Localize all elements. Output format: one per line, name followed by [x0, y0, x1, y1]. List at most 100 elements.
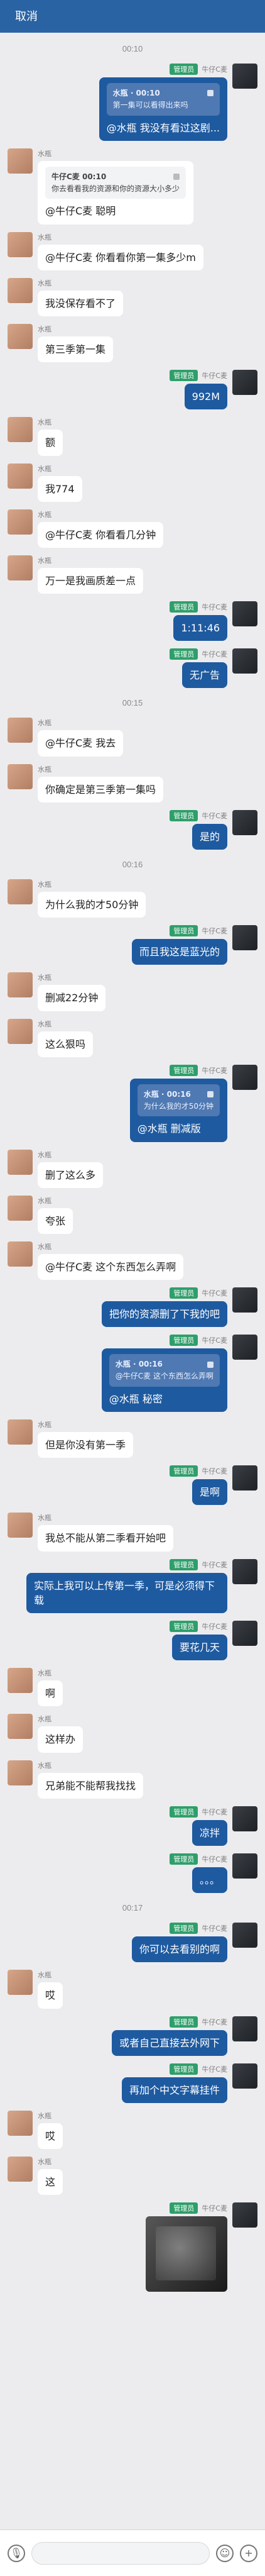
- avatar-me[interactable]: [232, 1853, 257, 1879]
- avatar-me[interactable]: [232, 1064, 257, 1090]
- quoted-message[interactable]: 水瓶 · 00:16 @牛仔C麦 这个东西怎么弄啊: [109, 1354, 220, 1387]
- avatar-me[interactable]: [232, 2016, 257, 2041]
- avatar-me[interactable]: [232, 1335, 257, 1360]
- sender-name: 水瓶: [38, 325, 51, 333]
- message-bubble[interactable]: 这么狠吗: [38, 1031, 94, 1057]
- message-bubble[interactable]: 万一是我画质差一点: [38, 567, 144, 594]
- avatar-other[interactable]: [8, 1241, 33, 1267]
- cancel-button[interactable]: 取消: [15, 8, 38, 25]
- message-bubble[interactable]: 哎: [38, 1982, 63, 2009]
- avatar-me[interactable]: [232, 648, 257, 674]
- message-bubble[interactable]: 为什么我的才50分钟: [38, 892, 146, 918]
- message-bubble[interactable]: 这样办: [38, 1726, 84, 1753]
- message-bubble[interactable]: 要花几天: [171, 1635, 227, 1661]
- message-bubble[interactable]: 1:11:46: [173, 615, 227, 641]
- avatar-me[interactable]: [232, 2063, 257, 2089]
- sender-name: 牛仔C麦: [202, 603, 227, 612]
- message-meta: 水瓶: [38, 464, 51, 474]
- avatar-me[interactable]: [232, 601, 257, 627]
- avatar-other[interactable]: [8, 1513, 33, 1538]
- message-bubble[interactable]: 把你的资源删了下我的吧: [101, 1301, 227, 1328]
- avatar-other[interactable]: [8, 879, 33, 904]
- message-input[interactable]: [31, 2541, 210, 2565]
- avatar-other[interactable]: [8, 323, 33, 349]
- message-bubble[interactable]: 兄弟能不能帮我找找: [38, 1772, 144, 1799]
- avatar-me[interactable]: [232, 1621, 257, 1646]
- avatar-other[interactable]: [8, 1970, 33, 1996]
- avatar-other[interactable]: [8, 509, 33, 535]
- message-bubble[interactable]: 删减22分钟: [38, 985, 106, 1011]
- message-meta: 水瓶: [38, 278, 51, 288]
- avatar-other[interactable]: [8, 277, 33, 303]
- message-bubble[interactable]: 我没保存看不了: [38, 290, 124, 316]
- avatar-other[interactable]: [8, 1668, 33, 1694]
- avatar-other[interactable]: [8, 555, 33, 580]
- quoted-message[interactable]: 水瓶 · 00:10 第一集可以看得出来吗: [106, 83, 220, 116]
- message-bubble[interactable]: 第三季第一集: [38, 336, 114, 363]
- message-bubble[interactable]: 水瓶 · 00:16 为什么我的才50分钟 @水瓶 删减版: [129, 1078, 227, 1142]
- message-bubble[interactable]: 是的: [192, 823, 227, 850]
- plus-button[interactable]: +: [240, 2544, 257, 2562]
- message-bubble[interactable]: 我总不能从第二季看开始吧: [38, 1525, 174, 1552]
- message-bubble[interactable]: 牛仔C麦 00:10 你去看看我的资源和你的资源大小多少 @牛仔C麦 聪明: [38, 160, 194, 225]
- message-bubble[interactable]: 是啊: [192, 1479, 227, 1506]
- avatar-me[interactable]: [232, 1923, 257, 1948]
- avatar-other[interactable]: [8, 718, 33, 743]
- avatar-other[interactable]: [8, 972, 33, 998]
- message-bubble[interactable]: 再加个中文字幕挂件: [121, 2077, 227, 2103]
- avatar-other[interactable]: [8, 231, 33, 257]
- avatar-other[interactable]: [8, 763, 33, 789]
- message-bubble[interactable]: 啊: [38, 1680, 63, 1707]
- image-message[interactable]: [146, 2216, 227, 2292]
- quoted-message[interactable]: 水瓶 · 00:16 为什么我的才50分钟: [137, 1084, 220, 1117]
- microphone-button[interactable]: 🎙: [8, 2544, 25, 2562]
- avatar-me[interactable]: [232, 1806, 257, 1831]
- avatar-other[interactable]: [8, 1714, 33, 1740]
- avatar-other[interactable]: [8, 463, 33, 489]
- message-bubble[interactable]: 水瓶 · 00:16 @牛仔C麦 这个东西怎么弄啊 @水瓶 秘密: [101, 1348, 227, 1413]
- message-bubble[interactable]: 而且我这是蓝光的: [131, 939, 227, 965]
- message-meta: 水瓶: [38, 1419, 51, 1430]
- message-row: 水瓶 删减22分钟: [0, 969, 265, 1014]
- message-bubble[interactable]: 但是你没有第一季: [38, 1432, 134, 1458]
- quoted-message[interactable]: 牛仔C麦 00:10 你去看看我的资源和你的资源大小多少: [45, 166, 187, 199]
- role-badge: 管理员: [170, 2016, 198, 2028]
- avatar-other[interactable]: [8, 1760, 33, 1785]
- message-bubble[interactable]: 这: [38, 2169, 63, 2196]
- avatar-me[interactable]: [232, 1287, 257, 1313]
- message-bubble[interactable]: 哎: [38, 2123, 63, 2150]
- avatar-me[interactable]: [232, 64, 257, 89]
- avatar-other[interactable]: [8, 417, 33, 443]
- message-bubble[interactable]: @牛仔C麦 你看看几分钟: [38, 521, 164, 548]
- message-bubble[interactable]: 夸张: [38, 1208, 73, 1234]
- avatar-other[interactable]: [8, 1195, 33, 1221]
- message-bubble[interactable]: 实际上我可以上传第一季，可是必须得下载: [26, 1572, 227, 1613]
- avatar-me[interactable]: [232, 925, 257, 951]
- avatar-me[interactable]: [232, 1558, 257, 1584]
- message-bubble[interactable]: 删了这么多: [38, 1162, 104, 1188]
- avatar-me[interactable]: [232, 2202, 257, 2228]
- message-bubble[interactable]: 我774: [38, 475, 82, 502]
- message-bubble[interactable]: 或者自己直接去外网下: [111, 2029, 227, 2056]
- emoji-button[interactable]: ☺: [216, 2544, 234, 2562]
- message-bubble[interactable]: 凉拌: [192, 1819, 227, 1846]
- avatar-me[interactable]: [232, 1465, 257, 1491]
- message-bubble[interactable]: @牛仔C麦 你看看你第一集多少m: [38, 244, 203, 270]
- message-bubble[interactable]: 水瓶 · 00:10 第一集可以看得出来吗 @水瓶 我没有看过这剧...: [99, 77, 227, 141]
- message-bubble[interactable]: @牛仔C麦 我去: [38, 730, 124, 757]
- avatar-other[interactable]: [8, 1018, 33, 1044]
- message-bubble[interactable]: 992M: [184, 384, 227, 410]
- message-bubble[interactable]: @牛仔C麦 这个东西怎么弄啊: [38, 1253, 184, 1280]
- message-bubble[interactable]: 。。。: [192, 1867, 227, 1894]
- avatar-other[interactable]: [8, 2110, 33, 2136]
- message-bubble[interactable]: 额: [38, 430, 63, 456]
- avatar-other[interactable]: [8, 1419, 33, 1445]
- avatar-other[interactable]: [8, 148, 33, 174]
- message-bubble[interactable]: 你可以去看别的啊: [131, 1936, 227, 1963]
- message-bubble[interactable]: 你确定是第三季第一集吗: [38, 776, 164, 802]
- message-bubble[interactable]: 无广告: [181, 662, 227, 689]
- avatar-other[interactable]: [8, 1149, 33, 1175]
- avatar-me[interactable]: [232, 370, 257, 396]
- avatar-other[interactable]: [8, 2157, 33, 2182]
- avatar-me[interactable]: [232, 809, 257, 835]
